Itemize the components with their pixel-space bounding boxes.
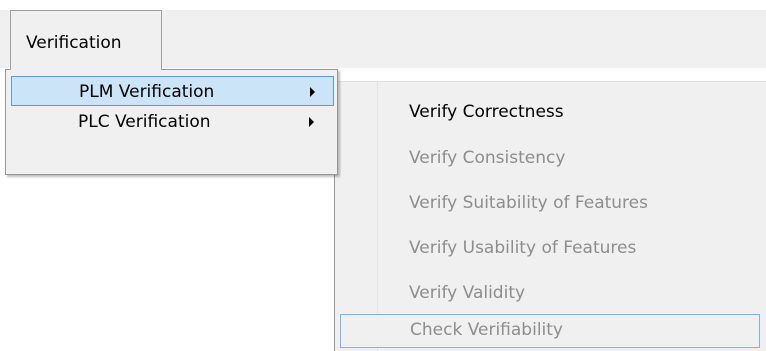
menu-item-label: Check Verifiability <box>410 320 563 340</box>
menu-item-verify-suitability-of-features[interactable]: Verify Suitability of Features <box>340 188 760 218</box>
menu-item-label: PLC Verification <box>78 112 211 132</box>
menu-item-verify-consistency[interactable]: Verify Consistency <box>340 143 760 173</box>
menu-item-verify-correctness[interactable]: Verify Correctness <box>340 97 760 127</box>
menu-item-verify-validity[interactable]: Verify Validity <box>340 278 760 308</box>
menu-item-label: Verify Validity <box>409 283 526 303</box>
menu-item-check-verifiability[interactable]: Check Verifiability <box>340 314 760 348</box>
window-top-area <box>0 0 766 10</box>
menu-item-label: Verify Correctness <box>409 102 564 122</box>
menu-item-label: Verify Usability of Features <box>409 238 637 258</box>
menu-verification[interactable]: Verification <box>10 10 162 70</box>
plm-verification-submenu: Verify Correctness Verify Consistency Ve… <box>334 81 766 351</box>
verification-dropdown: PLM Verification PLC Verification <box>5 69 338 175</box>
submenu-arrow-icon <box>309 117 314 127</box>
menu-item-label: Verify Suitability of Features <box>409 193 648 213</box>
menu-verification-label: Verification <box>26 33 122 53</box>
menu-item-label: Verify Consistency <box>409 148 566 168</box>
menu-item-plc-verification[interactable]: PLC Verification <box>11 107 334 137</box>
menu-item-plm-verification[interactable]: PLM Verification <box>11 76 334 106</box>
menu-item-verify-usability-of-features[interactable]: Verify Usability of Features <box>340 233 760 263</box>
menu-item-label: PLM Verification <box>79 82 215 102</box>
submenu-arrow-icon <box>310 87 315 97</box>
